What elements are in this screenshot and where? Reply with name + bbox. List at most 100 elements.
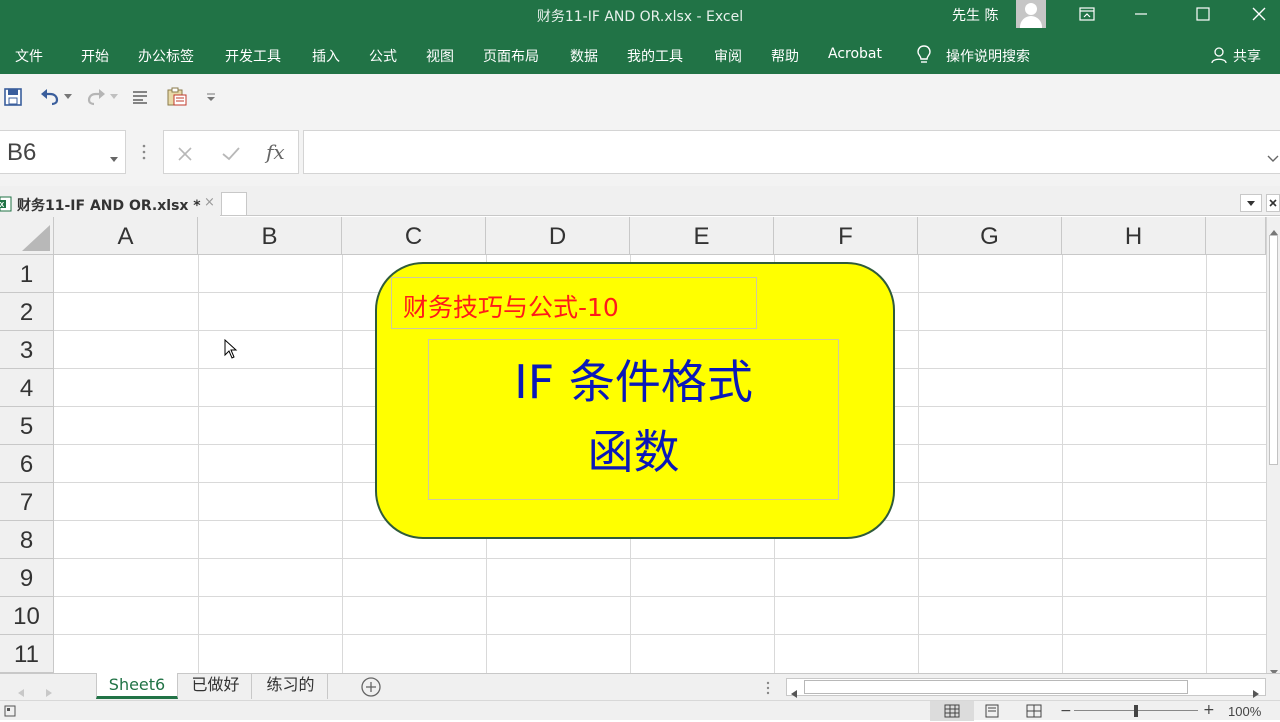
tab-list-dropdown-icon[interactable] bbox=[1240, 194, 1262, 212]
main-title-line2: 函数 bbox=[587, 425, 680, 479]
tab-page-layout[interactable]: 页面布局 bbox=[483, 46, 539, 66]
formula-input[interactable] bbox=[303, 130, 1280, 174]
row-header-1[interactable]: 1 bbox=[0, 255, 54, 293]
new-workbook-tab[interactable] bbox=[221, 192, 247, 216]
undo-icon[interactable] bbox=[40, 86, 62, 108]
page-break-view-icon[interactable] bbox=[1026, 704, 1042, 722]
close-icon[interactable] bbox=[1236, 0, 1280, 28]
title-shape[interactable]: 财务技巧与公式-10 IF 条件格式 函数 bbox=[375, 262, 895, 539]
sheet-scroll-left-icon[interactable] bbox=[18, 682, 24, 701]
tab-office-tab[interactable]: 办公标签 bbox=[138, 46, 194, 66]
gridline bbox=[1206, 255, 1207, 673]
tab-my-tools[interactable]: 我的工具 bbox=[627, 46, 683, 66]
main-title-line1: IF 条件格式 bbox=[514, 355, 753, 409]
chevron-down-icon[interactable] bbox=[110, 148, 118, 167]
spreadsheet-grid[interactable]: A B C D E F G H 1 2 3 4 5 6 7 8 9 10 11 … bbox=[0, 217, 1266, 673]
tab-developer[interactable]: 开发工具 bbox=[225, 46, 281, 66]
tab-home[interactable]: 开始 bbox=[81, 46, 109, 66]
zoom-in-icon[interactable]: + bbox=[1203, 702, 1215, 718]
lightbulb-icon bbox=[916, 45, 932, 69]
save-icon[interactable] bbox=[4, 86, 22, 108]
workbook-tab-strip: X 财务11-IF AND OR.xlsx * × bbox=[0, 186, 1280, 217]
svg-text:X: X bbox=[0, 202, 5, 209]
customize-qat-icon[interactable] bbox=[206, 86, 216, 108]
sheet-tab-practice[interactable]: 练习的 bbox=[254, 673, 328, 699]
minimize-icon[interactable] bbox=[1118, 0, 1164, 28]
undo-dropdown-icon[interactable] bbox=[64, 86, 72, 108]
tab-formulas[interactable]: 公式 bbox=[369, 46, 397, 66]
share-icon[interactable] bbox=[1211, 46, 1227, 68]
row-header-6[interactable]: 6 bbox=[0, 445, 54, 483]
column-header-h[interactable]: H bbox=[1062, 217, 1206, 255]
zoom-level[interactable]: 100% bbox=[1228, 704, 1261, 719]
column-header-g[interactable]: G bbox=[918, 217, 1062, 255]
horizontal-scrollbar[interactable] bbox=[786, 678, 1266, 698]
row-header-4[interactable]: 4 bbox=[0, 369, 54, 407]
sheet-tab-done[interactable]: 已做好 bbox=[180, 673, 252, 699]
align-icon[interactable] bbox=[132, 86, 148, 108]
tab-splitter-icon[interactable] bbox=[766, 680, 770, 699]
ribbon-tabs: 文件 开始 办公标签 开发工具 插入 公式 视图 页面布局 数据 我的工具 审阅… bbox=[0, 36, 1280, 74]
workbook-tab[interactable]: X 财务11-IF AND OR.xlsx * × bbox=[0, 191, 220, 217]
avatar[interactable] bbox=[1016, 0, 1046, 28]
enter-check-icon[interactable] bbox=[222, 146, 240, 165]
ribbon-display-options-icon[interactable] bbox=[1064, 0, 1110, 28]
name-box[interactable]: B6 bbox=[0, 130, 126, 174]
zoom-out-icon[interactable]: − bbox=[1060, 703, 1072, 719]
user-name[interactable]: 先生 陈 bbox=[952, 5, 998, 25]
vertical-scrollbar[interactable] bbox=[1266, 217, 1280, 675]
formula-buttons: fx bbox=[163, 130, 299, 174]
vertical-scroll-thumb[interactable] bbox=[1269, 235, 1278, 465]
row-header-5[interactable]: 5 bbox=[0, 407, 54, 445]
insert-function-button[interactable]: fx bbox=[266, 140, 285, 164]
expand-formula-bar-icon[interactable] bbox=[1267, 148, 1279, 167]
column-header-d[interactable]: D bbox=[486, 217, 630, 255]
tab-insert[interactable]: 插入 bbox=[312, 46, 340, 66]
row-header-3[interactable]: 3 bbox=[0, 331, 54, 369]
horizontal-scroll-thumb[interactable] bbox=[804, 680, 1188, 694]
workbook-tab-close-icon[interactable]: × bbox=[204, 195, 215, 210]
tab-view[interactable]: 视图 bbox=[426, 46, 454, 66]
workbook-tab-label[interactable]: 财务11-IF AND OR.xlsx * bbox=[17, 195, 201, 215]
column-header-e[interactable]: E bbox=[630, 217, 774, 255]
column-header-c[interactable]: C bbox=[342, 217, 486, 255]
gridline bbox=[342, 255, 343, 673]
select-all-corner[interactable] bbox=[0, 217, 54, 255]
main-textbox[interactable]: IF 条件格式 函数 bbox=[428, 339, 839, 500]
cancel-icon[interactable] bbox=[178, 146, 192, 165]
sheet-scroll-right-icon[interactable] bbox=[46, 682, 52, 701]
share-button[interactable]: 共享 bbox=[1233, 46, 1261, 66]
tab-acrobat[interactable]: Acrobat bbox=[828, 46, 882, 62]
page-layout-view-icon[interactable] bbox=[984, 704, 1000, 722]
tab-help[interactable]: 帮助 bbox=[771, 46, 799, 66]
row-header-9[interactable]: 9 bbox=[0, 559, 54, 597]
paste-icon[interactable] bbox=[166, 86, 188, 108]
row-header-7[interactable]: 7 bbox=[0, 483, 54, 521]
tab-review[interactable]: 审阅 bbox=[714, 46, 742, 66]
close-workbook-icon[interactable] bbox=[1266, 194, 1280, 212]
tab-data[interactable]: 数据 bbox=[570, 46, 598, 66]
normal-view-icon[interactable] bbox=[930, 701, 974, 721]
column-header-b[interactable]: B bbox=[198, 217, 342, 255]
row-header-2[interactable]: 2 bbox=[0, 293, 54, 331]
subtitle-textbox[interactable]: 财务技巧与公式-10 bbox=[391, 277, 757, 329]
redo-dropdown-icon[interactable] bbox=[110, 86, 118, 108]
sheet-tab-sheet6[interactable]: Sheet6 bbox=[96, 673, 178, 699]
name-box-value[interactable]: B6 bbox=[7, 139, 36, 167]
macro-record-icon[interactable] bbox=[4, 705, 16, 721]
maximize-icon[interactable] bbox=[1180, 0, 1226, 28]
redo-icon[interactable] bbox=[84, 86, 106, 108]
zoom-slider-thumb[interactable] bbox=[1134, 705, 1138, 717]
column-header-i[interactable] bbox=[1206, 217, 1266, 255]
resize-handle-icon[interactable] bbox=[142, 144, 146, 164]
gridline bbox=[54, 634, 1266, 635]
tab-file[interactable]: 文件 bbox=[15, 46, 43, 66]
column-header-a[interactable]: A bbox=[54, 217, 198, 255]
row-header-10[interactable]: 10 bbox=[0, 597, 54, 635]
row-header-11[interactable]: 11 bbox=[0, 635, 54, 673]
quick-access-toolbar bbox=[0, 74, 1280, 120]
row-header-8[interactable]: 8 bbox=[0, 521, 54, 559]
tell-me-search[interactable]: 操作说明搜索 bbox=[946, 46, 1030, 66]
column-header-f[interactable]: F bbox=[774, 217, 918, 255]
add-sheet-icon[interactable] bbox=[360, 677, 382, 701]
